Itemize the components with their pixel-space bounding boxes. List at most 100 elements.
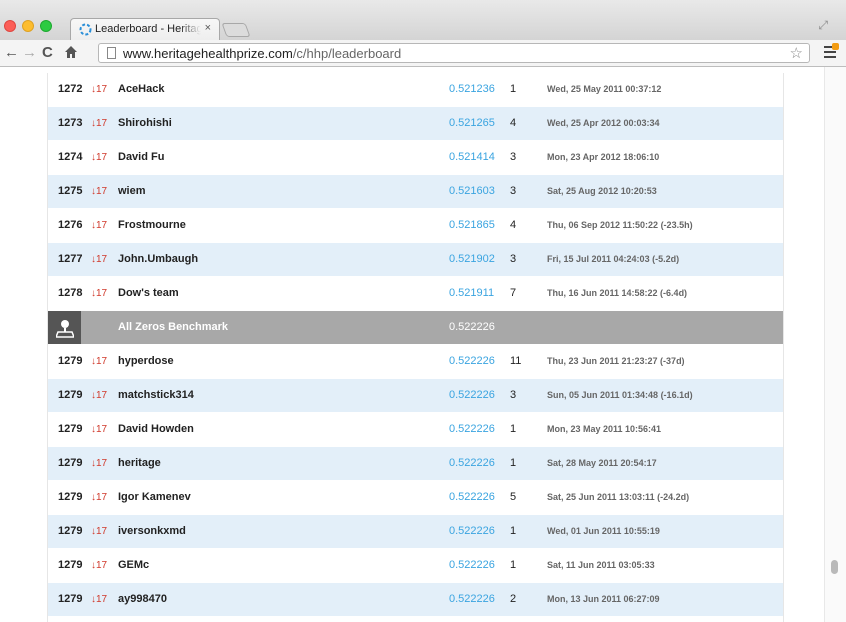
entries-cell: 7 [510, 287, 517, 299]
address-bar[interactable]: www.heritagehealthprize.com/c/hhp/leader… [98, 43, 810, 63]
rank-cell: 1279 [58, 423, 83, 435]
table-row[interactable]: 1278 ↓17 Dow's team 0.521911 7 Thu, 16 Jun 20… [48, 277, 783, 311]
benchmark-row[interactable]: All Zeros Benchmark 0.522226 [48, 311, 783, 345]
table-row[interactable]: 1273 ↓17 Shirohishi 0.521265 4 Wed, 25 Apr 20… [48, 107, 783, 141]
team-name-link[interactable]: Dow's team [118, 277, 179, 310]
score-link[interactable]: 0.522226 [449, 515, 495, 548]
table-row[interactable]: 1279 ↓17 GEMc 0.522226 1 Sat, 11 Jun 2011 03:… [48, 549, 783, 583]
team-name-link[interactable]: John.Umbaugh [118, 243, 198, 276]
entries-cell: 3 [510, 389, 517, 401]
score-link[interactable]: 0.522226 [449, 345, 495, 378]
table-row[interactable]: 1275 ↓17 wiem 0.521603 3 Sat, 25 Aug 2012 10:… [48, 175, 783, 209]
url-host: www.heritagehealthprize.com [123, 46, 293, 61]
score-link[interactable]: 0.522226 [449, 447, 495, 480]
team-name-link[interactable]: heritage [118, 447, 161, 480]
score-link[interactable]: 0.522226 [449, 413, 495, 446]
update-badge [832, 43, 839, 50]
score-link[interactable]: 0.521265 [449, 107, 495, 140]
entries-cell: 2 [510, 593, 517, 605]
rank-change-cell: ↓17 [91, 594, 108, 605]
team-name-link[interactable]: David Fu [118, 141, 164, 174]
table-row[interactable]: 1274 ↓17 David Fu 0.521414 3 Mon, 23 Apr 2012… [48, 141, 783, 175]
team-name-link[interactable]: iversonkxmd [118, 515, 186, 548]
rank-change-cell: ↓17 [91, 390, 108, 401]
browser-toolbar: ← → C www.heritagehealthprize.com/c/hhp/… [0, 40, 846, 67]
rank-change-cell: ↓17 [91, 186, 108, 197]
score-link[interactable]: 0.522226 [449, 549, 495, 582]
table-row[interactable]: 1279 ↓17 ay998470 0.522226 2 Mon, 13 Jun 2011… [48, 583, 783, 617]
entries-cell: 1 [510, 525, 517, 537]
last-submission-cell: Mon, 23 Apr 2012 18:06:10 [547, 152, 660, 162]
rank-change-cell: ↓17 [91, 492, 108, 503]
team-name-link[interactable]: wiem [118, 175, 146, 208]
rank-cell: 1277 [58, 253, 83, 265]
score-link[interactable]: 0.521902 [449, 243, 495, 276]
leaderboard-table: 1272 ↓17 AceHack 0.521236 1 Wed, 25 May 2011 … [47, 73, 784, 622]
score-link[interactable]: 0.522226 [449, 583, 495, 616]
window-minimize-button[interactable] [22, 20, 34, 32]
page-scrollbar[interactable] [824, 67, 846, 622]
rank-cell: 1278 [58, 287, 83, 299]
entries-cell: 1 [510, 457, 517, 469]
score-link[interactable]: 0.521236 [449, 73, 495, 106]
scrollbar-thumb[interactable] [831, 560, 838, 574]
home-icon[interactable] [64, 45, 78, 59]
bookmark-star-icon[interactable]: ☆ [790, 44, 803, 62]
browser-menu-icon[interactable] [824, 43, 839, 58]
rank-cell: 1279 [58, 491, 83, 503]
entries-cell: 1 [510, 559, 517, 571]
url-path: /c/hhp/leaderboard [292, 46, 402, 61]
rank-cell: 1276 [58, 219, 83, 231]
entries-cell: 1 [510, 423, 517, 435]
team-name-link[interactable]: Igor Kamenev [118, 481, 191, 514]
team-name-link[interactable]: David Howden [118, 413, 194, 446]
table-row[interactable]: 1279 ↓17 iversonkxmd 0.522226 1 Wed, 01 Jun 2… [48, 515, 783, 549]
team-name-link[interactable]: AceHack [118, 73, 164, 106]
entries-cell: 11 [510, 355, 522, 367]
tab-close-icon[interactable]: × [205, 22, 211, 34]
team-name-link[interactable]: hyperdose [118, 345, 174, 378]
last-submission-cell: Thu, 16 Jun 2011 14:58:22 (-6.4d) [547, 288, 688, 298]
rank-cell: 1274 [58, 151, 83, 163]
score-link[interactable]: 0.521603 [449, 175, 495, 208]
last-submission-cell: Fri, 15 Jul 2011 04:24:03 (-5.2d) [547, 254, 680, 264]
rank-cell: 1279 [58, 525, 83, 537]
score-link[interactable]: 0.521865 [449, 209, 495, 242]
score-link[interactable]: 0.522226 [449, 481, 495, 514]
page-icon [107, 47, 116, 59]
kaggle-favicon-icon [79, 23, 92, 36]
table-row[interactable]: 1279 ↓17 Igor Kamenev 0.522226 5 Sat, 25 Jun … [48, 481, 783, 515]
score-link[interactable]: 0.522226 [449, 379, 495, 412]
table-row[interactable]: 1279 ↓17 David Howden 0.522226 1 Mon, 23 May … [48, 413, 783, 447]
entries-cell: 4 [510, 219, 517, 231]
fullscreen-icon[interactable]: ⤢ [818, 18, 828, 33]
window-zoom-button[interactable] [40, 20, 52, 32]
forward-arrow-icon[interactable]: → [22, 44, 37, 62]
table-row[interactable]: 1276 ↓17 Frostmourne 0.521865 4 Thu, 06 Sep 2… [48, 209, 783, 243]
rank-cell: 1279 [58, 457, 83, 469]
reload-icon[interactable]: C [42, 44, 53, 62]
rank-change-cell: ↓17 [91, 118, 108, 129]
score-link[interactable]: 0.521414 [449, 141, 495, 174]
team-name-link[interactable]: GEMc [118, 549, 149, 582]
table-row[interactable]: 1279 ↓17 matchstick314 0.522226 3 Sun, 05 Jun… [48, 379, 783, 413]
browser-tab-leaderboard[interactable]: Leaderboard - Heritage Health Prize × [70, 18, 220, 40]
tab-title: Leaderboard - Heritage Health Prize [95, 23, 201, 35]
rank-cell: 1275 [58, 185, 83, 197]
back-arrow-icon[interactable]: ← [4, 44, 19, 62]
team-name-link[interactable]: ay998470 [118, 583, 167, 616]
last-submission-cell: Sat, 25 Aug 2012 10:20:53 [547, 186, 657, 196]
table-row[interactable]: 1279 ↓17 heritage 0.522226 1 Sat, 28 May 2011… [48, 447, 783, 481]
team-name-link[interactable]: matchstick314 [118, 379, 194, 412]
table-row[interactable]: 1277 ↓17 John.Umbaugh 0.521902 3 Fri, 15 Jul … [48, 243, 783, 277]
table-row[interactable]: 1272 ↓17 AceHack 0.521236 1 Wed, 25 May 2011 … [48, 73, 783, 107]
new-tab-button[interactable] [221, 23, 251, 37]
score-link[interactable]: 0.521911 [449, 277, 494, 310]
team-name-link[interactable]: Shirohishi [118, 107, 172, 140]
window-close-button[interactable] [4, 20, 16, 32]
last-submission-cell: Mon, 13 Jun 2011 06:27:09 [547, 594, 660, 604]
table-row[interactable]: 1279 ↓17 hyperdose 0.522226 11 Thu, 23 Jun 20… [48, 345, 783, 379]
rank-change-cell: ↓17 [91, 424, 108, 435]
benchmark-score: 0.522226 [449, 321, 495, 333]
team-name-link[interactable]: Frostmourne [118, 209, 186, 242]
